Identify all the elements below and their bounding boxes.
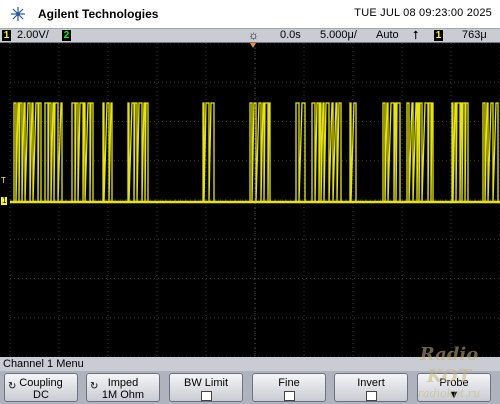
waveform-display[interactable]: T 1 [0,43,500,357]
date-time: TUE JUL 08 09:23:00 2025 [354,7,492,19]
agilent-logo-icon [11,7,25,21]
trigger-edge-icon: ⭡ [413,28,419,42]
fine-softkey[interactable]: Fine [252,373,326,402]
trigger-channel: 1 [434,30,443,41]
coupling-softkey[interactable]: ↻ Coupling DC [4,373,78,402]
channel-1-indicator[interactable]: 1 [2,30,11,41]
channel-2-indicator[interactable]: 2 [62,30,71,41]
bw-limit-checkbox [200,391,212,401]
time-offset: 0.0s [280,29,301,41]
trigger-level-marker[interactable]: T [1,177,6,185]
watermark-logo: Radio KOT radiokot.ru [417,344,481,400]
header-bar: Agilent Technologies TUE JUL 08 09:23:00… [0,0,500,28]
graticule [9,43,500,357]
time-scale: 5.000μ/ [320,29,357,41]
cycle-icon: ↻ [90,381,99,392]
cycle-icon: ↻ [8,381,17,392]
fine-checkbox [283,391,295,401]
trigger-level: 763μ [462,29,487,41]
bw-limit-softkey[interactable]: BW Limit [169,373,243,402]
invert-checkbox [365,391,377,401]
brand-name: Agilent Technologies [38,7,159,21]
intensity-icon: ☼ [248,28,259,42]
channel-1-ground-marker[interactable]: 1 [1,197,8,205]
invert-softkey[interactable]: Invert [334,373,408,402]
channel-1-scale: 2.00V/ [17,29,49,41]
status-bar: 1 2.00V/ 2 ☼ 0.0s 5.000μ/ Auto ⭡ 1 763μ [0,28,500,43]
trigger-mode: Auto [376,29,399,41]
impedance-softkey[interactable]: ↻ Imped 1M Ohm [86,373,160,402]
